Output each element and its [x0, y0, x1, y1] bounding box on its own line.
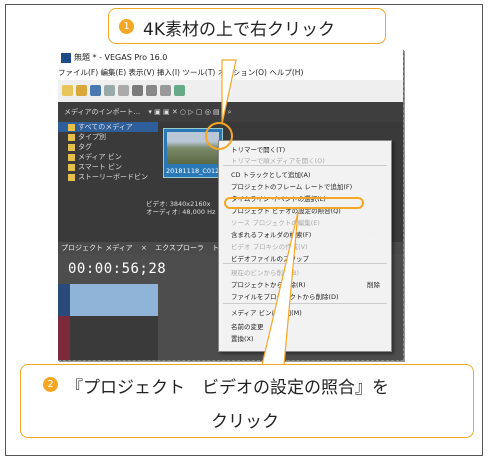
- context-menu-item[interactable]: プロジェクトのフレーム レートで追加(F): [231, 181, 352, 191]
- timecode-display: 00:00:56;28: [68, 261, 167, 277]
- menu-separator: [223, 165, 387, 166]
- tab-project-media[interactable]: プロジェクト メディア: [58, 244, 136, 252]
- context-menu-item: ビデオ プロキシの作成(V): [231, 243, 308, 251]
- menu-separator: [223, 263, 387, 264]
- tree-item-media-bins[interactable]: メディア ビン: [58, 152, 158, 162]
- context-menu-item[interactable]: メディア ビンに追加(M): [231, 307, 302, 317]
- context-menu-item: 現在のビンから削除(B): [231, 269, 300, 277]
- tree-item-tags[interactable]: タグ: [58, 142, 158, 152]
- callout-2-line1: 『プロジェクト ビデオの設定の照合』を: [66, 378, 389, 398]
- callout-1: 1 4K素材の上で右クリック: [108, 8, 386, 44]
- video-props: ビデオ: 3840x2160x: [146, 200, 211, 208]
- context-menu-nashi-label: なし: [367, 231, 380, 239]
- render-icon[interactable]: [118, 85, 129, 96]
- callout-1-badge: 1: [119, 19, 134, 34]
- callout-2-badge: 2: [43, 377, 58, 392]
- media-tree: すべてのメディア タイプ別 タグ メディア ビン スマート ビン ストーリーボー…: [58, 122, 158, 242]
- menu-edit[interactable]: 編集(E): [101, 68, 127, 77]
- menu-separator: [223, 303, 387, 304]
- menu-file[interactable]: ファイル(F): [58, 68, 98, 77]
- menu-tools[interactable]: ツール(T): [182, 68, 215, 77]
- menu-options[interactable]: オプション(O): [218, 68, 267, 77]
- audio-props: オーディオ: 48,000 Hz: [146, 208, 216, 216]
- context-menu-item[interactable]: トリマーで開く(T): [231, 144, 285, 154]
- context-menu-item[interactable]: 置換(X): [231, 333, 254, 343]
- save-icon[interactable]: [90, 85, 101, 96]
- tree-item-by-type[interactable]: タイプ別: [58, 132, 158, 142]
- tab-close-icon[interactable]: ×: [138, 244, 150, 252]
- main-toolbar: [58, 80, 403, 103]
- context-menu-delete-label: 削除: [367, 281, 380, 289]
- callout-2: 2 『プロジェクト ビデオの設定の照合』を クリック: [20, 364, 474, 438]
- tab-explorer[interactable]: エクスプローラ: [152, 244, 207, 252]
- vegas-app-icon: [61, 53, 71, 63]
- menu-bar: ファイル(F) 編集(E) 表示(V) 挿入(I) ツール(T) オプション(O…: [58, 66, 403, 80]
- undo-icon[interactable]: [174, 85, 185, 96]
- callout-2-line2: クリック: [211, 412, 279, 432]
- right-click-highlight-ring: [205, 122, 233, 150]
- open-icon[interactable]: [76, 85, 87, 96]
- audio-track-header[interactable]: [58, 316, 158, 360]
- context-menu-item[interactable]: CD トラックとして追加(A): [231, 169, 310, 179]
- context-menu: トリマーで開く(T) トリマーで順メディアを開く(O) CD トラックとして追加(A…: [218, 140, 392, 352]
- title-bar: 無題 * - VEGAS Pro 16.0: [58, 50, 403, 66]
- context-menu-item[interactable]: プロジェクトから削除(R): [231, 279, 306, 289]
- media-import-button[interactable]: メディアのインポート...: [64, 108, 140, 116]
- tree-item-storyboard-bins[interactable]: ストーリーボードビン: [58, 172, 158, 182]
- media-properties: ビデオ: 3840x2160x オーディオ: 48,000 Hz: [146, 200, 215, 216]
- video-track-header[interactable]: [58, 284, 158, 316]
- cut-icon[interactable]: [132, 85, 143, 96]
- tree-item-all-media[interactable]: すべてのメディア: [58, 122, 158, 132]
- context-menu-item[interactable]: ビデオファイルのスワップ: [231, 253, 309, 263]
- context-menu-item[interactable]: ファイルをプロジェクトから削除(D): [231, 291, 339, 301]
- menu-item-highlight-ring: [224, 197, 364, 209]
- properties-icon[interactable]: [104, 85, 115, 96]
- context-menu-item: ソース プロジェクトの編集(E): [231, 219, 320, 227]
- tree-item-smart-bins[interactable]: スマート ビン: [58, 162, 158, 172]
- callout-1-text: 4K素材の上で右クリック: [143, 20, 335, 40]
- context-menu-item[interactable]: 名前の変更: [231, 321, 264, 331]
- media-toolbar: メディアのインポート... ▾ ▣ ▣ ✕ ○ ▷ ▢ ◎ ▤ ▾ ⌕: [58, 102, 403, 122]
- menu-help[interactable]: ヘルプ(H): [269, 68, 303, 77]
- copy-icon[interactable]: [146, 85, 157, 96]
- menu-insert[interactable]: 挿入(I): [157, 68, 180, 77]
- context-menu-item[interactable]: 含まれるフォルダの検索(F): [231, 229, 311, 239]
- context-menu-item: トリマーで順メディアを開く(O): [231, 157, 325, 165]
- paste-icon[interactable]: [160, 85, 171, 96]
- video-track-color: [58, 284, 70, 316]
- audio-track-color: [58, 316, 70, 360]
- menu-view[interactable]: 表示(V): [129, 68, 155, 77]
- window-title: 無題 * - VEGAS Pro 16.0: [74, 53, 168, 62]
- new-icon[interactable]: [62, 85, 73, 96]
